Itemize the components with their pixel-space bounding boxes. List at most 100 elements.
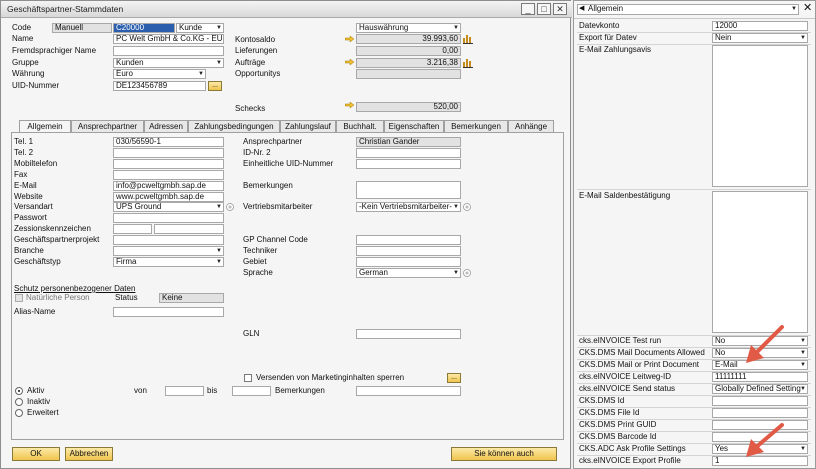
dms-barcode-id-field[interactable] — [712, 432, 808, 442]
code-type-field[interactable]: Manuell — [52, 23, 112, 33]
link-arrow-icon[interactable] — [345, 59, 354, 65]
gln-field[interactable] — [356, 329, 461, 339]
close-button[interactable]: ✕ — [553, 3, 567, 15]
password-field[interactable] — [113, 213, 224, 223]
info-icon[interactable] — [226, 203, 234, 211]
group-dropdown[interactable]: Kunden ▼ — [113, 58, 224, 68]
channel-field[interactable] — [356, 235, 461, 245]
dms-id-field[interactable] — [712, 396, 808, 406]
marketing-checkbox[interactable] — [244, 374, 252, 382]
sessions-field-2[interactable] — [154, 224, 224, 234]
sales-employee-dropdown[interactable]: -Kein Vertriebsmitarbeiter- ▼ — [356, 202, 461, 212]
tab-eigenschaften[interactable]: Eigenschaften — [384, 120, 444, 132]
chevron-down-icon: ▼ — [216, 204, 222, 210]
dms-mail-or-print-dropdown[interactable]: E-Mail ▼ — [712, 360, 808, 370]
project-field[interactable] — [113, 235, 224, 245]
dms-print-guid-field[interactable] — [712, 420, 808, 430]
tab-ansprechpartner[interactable]: Ansprechpartner — [71, 120, 144, 132]
bar-chart-icon[interactable] — [463, 34, 473, 44]
tab-buchhaltung[interactable]: Buchhalt. — [336, 120, 384, 132]
link-arrow-icon[interactable] — [345, 102, 354, 108]
tel1-field[interactable]: 030/56590-1 — [113, 137, 224, 147]
udf-side-panel: Allgemein ▼ ◀ ✕ Datevkonto 12000 Export f… — [573, 0, 816, 469]
inactive-radio[interactable] — [15, 398, 23, 406]
from-field[interactable] — [165, 386, 204, 396]
datev-export-value: Nein — [715, 33, 732, 42]
tab-bemerkungen[interactable]: Bemerkungen — [444, 120, 508, 132]
remarks2-field[interactable] — [356, 386, 461, 396]
tab-anhaenge[interactable]: Anhänge — [508, 120, 554, 132]
tab-zahlungsbedingungen[interactable]: Zahlungsbedingungen — [188, 120, 280, 132]
dms-barcode-id-label: CKS.DMS Barcode Id — [579, 432, 657, 441]
adc-ask-profile-label: CKS.ADC Ask Profile Settings — [579, 444, 686, 453]
fax-field[interactable] — [113, 170, 224, 180]
code-field[interactable]: C20000 — [113, 23, 175, 33]
mobile-field[interactable] — [113, 159, 224, 169]
balance-confirmation-email-field[interactable] — [712, 191, 808, 333]
marketing-details-button[interactable]: ... — [447, 373, 461, 383]
einvoice-export-profile-field[interactable]: 1 — [712, 456, 808, 466]
minimize-button[interactable]: _ — [521, 3, 535, 15]
einvoice-send-status-dropdown[interactable]: Globally Defined Setting ▼ — [712, 384, 808, 394]
email-field[interactable]: info@pcweltgmbh.sap.de — [113, 181, 224, 191]
title-bar: Geschäftspartner-Stammdaten _ □ ✕ — [1, 1, 572, 18]
contact-field: Christian Gander — [356, 137, 461, 147]
opportunities-label: Opportunitys — [235, 69, 281, 78]
deliveries-field: 0,00 — [356, 46, 461, 56]
vat-lookup-button[interactable]: ... — [208, 81, 222, 91]
sessions-label: Zessionskennzeichen — [14, 224, 91, 233]
bp-master-data-window: Geschäftspartner-Stammdaten _ □ ✕ Code M… — [0, 0, 572, 469]
adc-ask-profile-dropdown[interactable]: Yes ▼ — [712, 444, 808, 454]
sessions-field-1[interactable] — [113, 224, 152, 234]
shipping-dropdown[interactable]: UPS Ground ▼ — [113, 202, 224, 212]
einvoice-leitweg-label: cks.eINVOICE Leitweg-ID — [579, 372, 672, 381]
udf-category-dropdown[interactable]: Allgemein ▼ — [577, 4, 799, 15]
industry-dropdown[interactable]: ▼ — [113, 246, 224, 256]
chevron-down-icon: ▼ — [216, 248, 222, 254]
currency-dropdown[interactable]: Euro ▼ — [113, 69, 206, 79]
advanced-radio[interactable] — [15, 409, 23, 417]
bar-chart-icon[interactable] — [463, 58, 473, 68]
dms-mail-allowed-dropdown[interactable]: No ▼ — [712, 348, 808, 358]
orders-label: Aufträge — [235, 58, 266, 67]
uid-field[interactable] — [356, 159, 461, 169]
einvoice-test-run-dropdown[interactable]: No ▼ — [712, 336, 808, 346]
language-dropdown[interactable]: German ▼ — [356, 268, 461, 278]
territory-field[interactable] — [356, 257, 461, 267]
chevron-down-icon: ▼ — [800, 338, 806, 344]
einvoice-leitweg-field[interactable]: 11111111 — [712, 372, 808, 382]
active-radio[interactable] — [15, 387, 23, 395]
foreign-name-field[interactable] — [113, 46, 224, 56]
technician-field[interactable] — [356, 246, 461, 256]
payment-advice-email-field[interactable] — [712, 45, 808, 187]
tab-zahlungslauf[interactable]: Zahlungslauf — [280, 120, 336, 132]
tab-adressen[interactable]: Adressen — [144, 120, 188, 132]
remarks-field[interactable] — [356, 181, 461, 199]
business-type-dropdown[interactable]: Firma ▼ — [113, 257, 224, 267]
udf-category-value: Allgemein — [588, 4, 624, 13]
alias-field[interactable] — [113, 307, 224, 317]
cancel-button[interactable]: Abbrechen — [65, 447, 113, 461]
ok-button[interactable]: OK — [12, 447, 60, 461]
id2-field[interactable] — [356, 148, 461, 158]
chevron-down-icon: ▼ — [453, 204, 459, 210]
website-field[interactable]: www.pcweltgmbh.sap.de — [113, 192, 224, 202]
close-icon[interactable]: ✕ — [803, 2, 812, 14]
link-arrow-icon[interactable] — [345, 36, 354, 42]
natural-person-checkbox[interactable] — [15, 294, 23, 302]
vat-field[interactable]: DE123456789 — [113, 81, 206, 91]
info-icon[interactable] — [463, 203, 471, 211]
name-field[interactable]: PC Welt GmbH & Co.KG - EUR — [113, 34, 224, 44]
tel2-field[interactable] — [113, 148, 224, 158]
code-kind-dropdown[interactable]: Kunde ▼ — [176, 23, 224, 33]
maximize-button[interactable]: □ — [537, 3, 551, 15]
currency-mode-dropdown[interactable]: Hauswährung ▼ — [356, 23, 461, 33]
datev-export-dropdown[interactable]: Nein ▼ — [712, 33, 808, 43]
also-button[interactable]: Sie können auch — [451, 447, 557, 461]
from-label: von — [134, 386, 147, 395]
to-field[interactable] — [232, 386, 271, 396]
datev-account-field[interactable]: 12000 — [712, 21, 808, 31]
dms-file-id-field[interactable] — [712, 408, 808, 418]
info-icon[interactable] — [463, 269, 471, 277]
language-value: German — [359, 268, 388, 277]
